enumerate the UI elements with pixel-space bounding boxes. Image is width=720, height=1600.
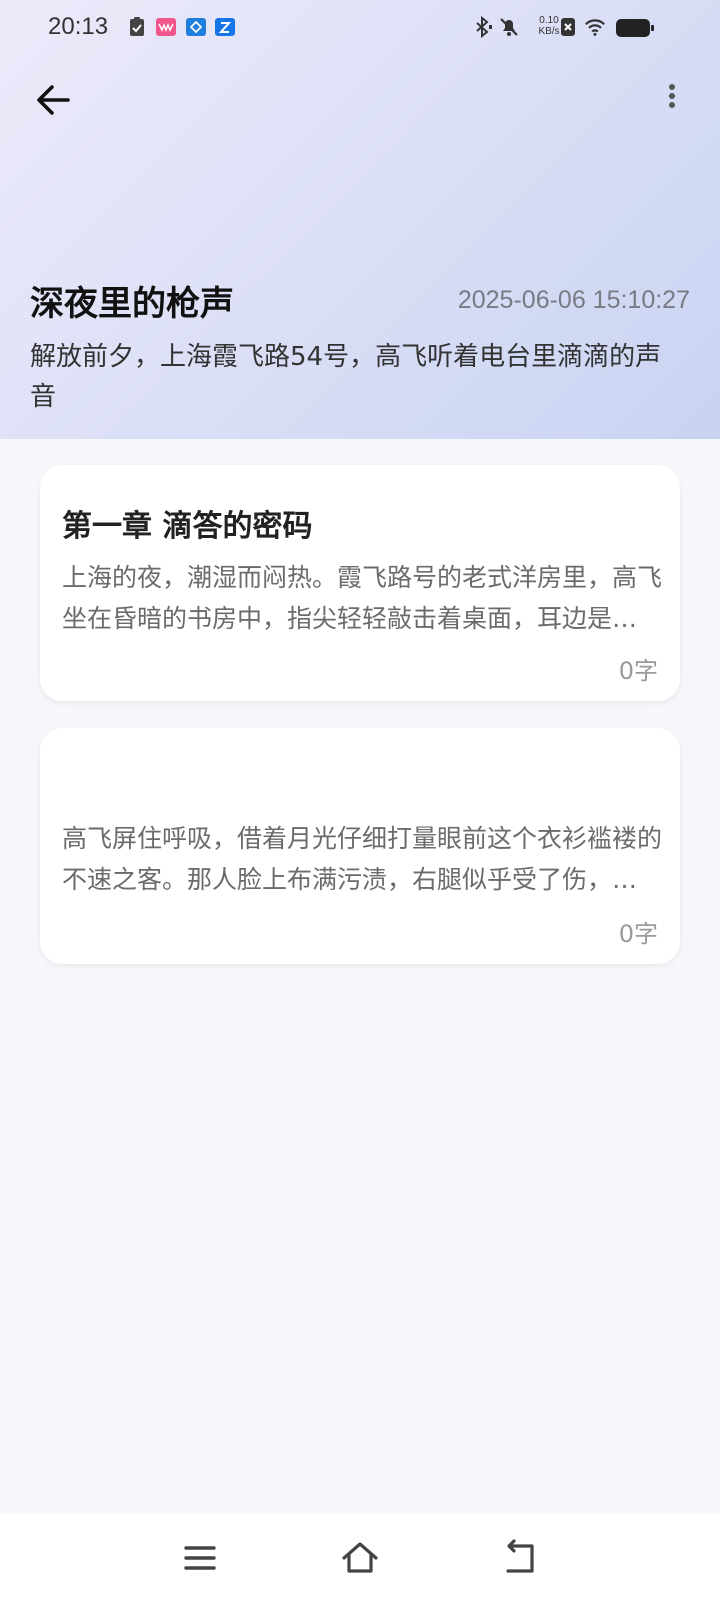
chapter-card[interactable]: 第一章 滴答的密码 上海的夜，潮湿而闷热。霞飞路号的老式洋房里，高飞坐在昏暗的书…: [40, 465, 680, 701]
home-icon[interactable]: [336, 1534, 384, 1582]
menu-icon[interactable]: [176, 1534, 224, 1582]
story-date: 2025-06-06 15:10:27: [457, 286, 690, 314]
status-time: 20:13: [48, 13, 109, 40]
more-options-icon[interactable]: [652, 78, 692, 118]
pink-app-icon: [156, 18, 176, 36]
checkmark-clipboard-icon: [130, 17, 144, 36]
story-header: 20:13 0.10 KB/s 深夜里的枪声 2025-06-06 15:10:…: [0, 0, 720, 439]
chapter-title: 第一章 滴答的密码: [62, 509, 313, 544]
mute-bell-icon: [500, 18, 518, 36]
chapter-excerpt: 高飞屏住呼吸，借着月光仔细打量眼前这个衣衫褴褛的不速之客。那人脸上布满污渍，右腿…: [62, 824, 662, 894]
chapter-excerpt: 上海的夜，潮湿而闷热。霞飞路号的老式洋房里，高飞坐在昏暗的书房中，指尖轻轻敲击着…: [62, 563, 662, 633]
system-navigation-bar: [0, 1514, 720, 1600]
back-nav-icon[interactable]: [496, 1534, 544, 1582]
back-arrow-icon[interactable]: [30, 76, 78, 124]
z-app-icon: [215, 18, 235, 36]
sim-x-icon: [561, 18, 575, 36]
story-description: 解放前夕，上海霞飞路54号，高飞听着电台里滴滴的声音: [30, 342, 662, 412]
chapter-card[interactable]: 高飞屏住呼吸，借着月光仔细打量眼前这个衣衫褴褛的不速之客。那人脸上布满污渍，右腿…: [40, 728, 680, 964]
bluetooth-icon: [476, 16, 492, 38]
battery-icon: [616, 19, 654, 37]
chapter-word-count: 0字: [618, 920, 658, 948]
chapter-word-count: 0字: [618, 657, 658, 685]
status-bar: 20:13 0.10 KB/s: [0, 0, 720, 56]
blue-app-icon: [186, 18, 206, 36]
wifi-icon: [585, 19, 605, 36]
story-title: 深夜里的枪声: [30, 284, 234, 324]
